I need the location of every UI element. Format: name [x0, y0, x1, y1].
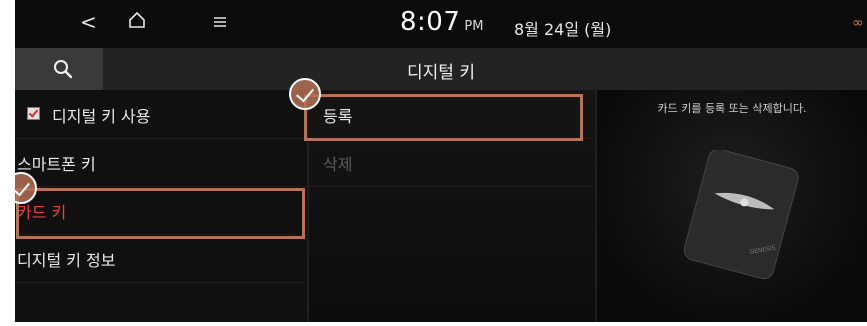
- menu-icon[interactable]: [213, 10, 227, 34]
- menu-item-label: 스마트폰 키: [17, 155, 96, 174]
- menu-item-label: 디지털 키 정보: [17, 251, 116, 270]
- info-panel: 카드 키를 등록 또는 삭제합니다. GENESIS: [597, 90, 867, 322]
- check-circle-icon: [289, 78, 321, 110]
- home-icon[interactable]: [128, 10, 146, 34]
- clock: 8:07 PM: [400, 7, 483, 37]
- menu-item-label: 디지털 키 사용: [52, 107, 151, 126]
- chevron-left-icon[interactable]: <: [80, 10, 97, 34]
- search-button[interactable]: [15, 48, 103, 90]
- highlight-frame-register: [304, 94, 583, 141]
- search-icon: [54, 60, 73, 79]
- menu-item-digital-key-use[interactable]: 디지털 키 사용: [15, 90, 307, 139]
- menu-item-smartphone-key[interactable]: 스마트폰 키: [15, 138, 307, 187]
- page-margin-left: [0, 0, 15, 326]
- title-bar: 디지털 키: [15, 48, 867, 90]
- date-display: 8월 24일 (월): [514, 20, 612, 39]
- card-key-image: GENESIS: [683, 150, 799, 280]
- page-title: 디지털 키: [407, 63, 475, 83]
- highlight-frame-card-key: [16, 188, 305, 239]
- clock-time: 8:07: [400, 7, 461, 37]
- info-description: 카드 키를 등록 또는 삭제합니다.: [657, 102, 807, 115]
- connection-icon: ∞: [852, 15, 864, 31]
- delete-button[interactable]: 삭제: [309, 138, 595, 187]
- page-margin-bottom: [0, 322, 867, 326]
- clock-ampm: PM: [464, 19, 484, 34]
- menu-item-digital-key-info[interactable]: 디지털 키 정보: [15, 234, 307, 283]
- infotainment-screen: < 8:07 PM 8월 24일 (월) ∞ 디지털 키 디지털 키 사용 스마트…: [0, 0, 867, 326]
- checkbox-checked-icon[interactable]: [27, 107, 40, 120]
- delete-label: 삭제: [323, 155, 353, 174]
